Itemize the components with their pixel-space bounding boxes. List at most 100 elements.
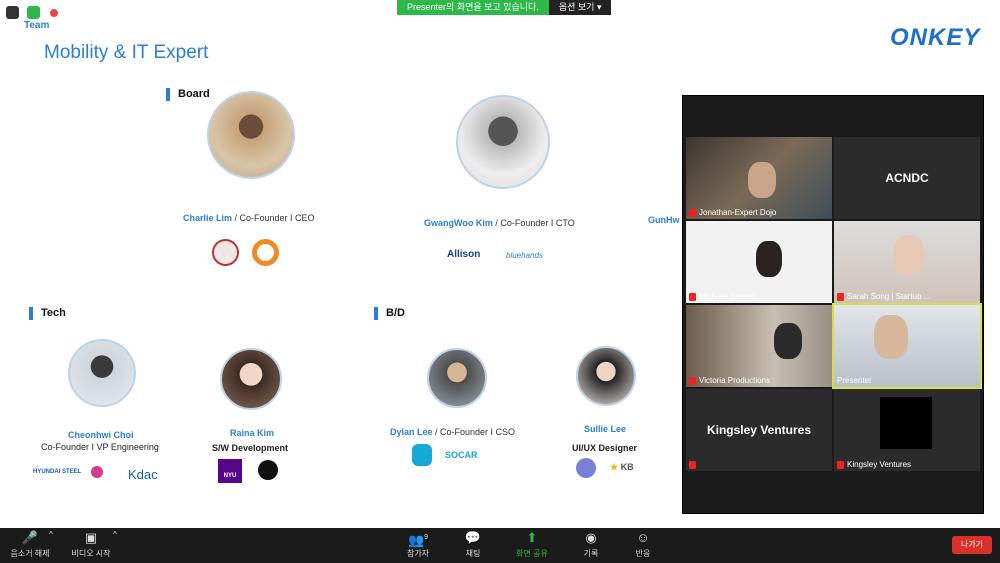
tile-name-label: Victoria Productions bbox=[699, 376, 770, 385]
mask-logo bbox=[258, 460, 278, 480]
slide-title: Mobility & IT Expert bbox=[44, 42, 209, 63]
muted-mic-icon bbox=[689, 292, 696, 301]
participants-icon: 👥9 bbox=[407, 532, 429, 548]
photo-gwangwoo-kim bbox=[456, 95, 550, 189]
university-seal-logo bbox=[212, 239, 239, 266]
person-role: / Co-Founder I CEO bbox=[232, 213, 315, 223]
onkey-logo: ONKEY bbox=[890, 24, 981, 51]
kb-logo: ★ KB bbox=[610, 462, 634, 472]
participants-button[interactable]: 👥9 참가자 bbox=[402, 530, 434, 559]
record-label: 기록 bbox=[583, 549, 599, 558]
video-tile[interactable]: Victoria Productions bbox=[686, 305, 832, 387]
person-role: Co-Founder I VP Engineering bbox=[41, 442, 159, 452]
hyundai-steel-logo: HYUNDAI STEEL bbox=[33, 469, 82, 475]
participant-face bbox=[894, 235, 924, 275]
unmute-label: 음소거 해제 bbox=[10, 549, 50, 558]
tile-name-label: Kingsley Ventures bbox=[847, 460, 912, 469]
participants-label: 참가자 bbox=[406, 549, 430, 558]
socar-d-logo bbox=[412, 444, 432, 466]
tile-name: Michelle Irawan bbox=[689, 292, 755, 301]
person-raina-kim: Raina Kim bbox=[230, 428, 274, 438]
team-label: Team bbox=[24, 20, 50, 31]
video-tile[interactable]: Jonathan-Expert Dojo bbox=[686, 137, 832, 219]
kdac-logo: Kdac bbox=[128, 467, 158, 482]
info-icon[interactable] bbox=[6, 6, 19, 19]
section-tech: Tech bbox=[29, 307, 66, 320]
tile-name-label: Presenter bbox=[837, 376, 872, 385]
photo-raina-kim bbox=[220, 348, 282, 410]
muted-mic-icon bbox=[837, 460, 844, 469]
share-screen-button[interactable]: ⬆ 화면 공유 bbox=[512, 530, 552, 559]
video-tile[interactable]: Kingsley Ventures bbox=[834, 389, 980, 471]
socar-logo: SOCAR bbox=[445, 450, 478, 460]
tile-name-large: ACNDC bbox=[885, 171, 929, 185]
allison-logo: Allison bbox=[447, 249, 481, 260]
tile-name-large: Kingsley Ventures bbox=[706, 423, 812, 437]
participant-face bbox=[874, 315, 908, 359]
flower-logo bbox=[576, 458, 596, 478]
recording-indicator-icon bbox=[50, 9, 58, 17]
section-bd: B/D bbox=[374, 307, 405, 320]
person-dylan-lee: Dylan Lee / Co-Founder I CSO bbox=[390, 427, 515, 437]
video-options-caret-icon[interactable]: ^ bbox=[110, 530, 120, 539]
person-name: GunHw bbox=[648, 215, 680, 225]
participants-count: 9 bbox=[424, 534, 429, 541]
person-cheonhwi-choi: Cheonhwi Choi bbox=[68, 430, 134, 440]
participant-face bbox=[756, 241, 782, 277]
person-role: / Co-Founder I CTO bbox=[492, 218, 575, 228]
chat-icon: 💬 bbox=[464, 530, 482, 545]
person-gwangwoo-kim: GwangWoo Kim / Co-Founder I CTO bbox=[424, 218, 575, 228]
person-name: Dylan Lee bbox=[390, 427, 433, 437]
reactions-button[interactable]: ☺ 반응 bbox=[630, 530, 656, 559]
tile-name-label: Michelle Irawan bbox=[699, 292, 755, 301]
shared-screen: Presenter의 화면을 보고 있습니다. 옵션 보기 ▾ Team Mob… bbox=[0, 0, 1000, 528]
tile-name-label: Jonathan-Expert Dojo bbox=[699, 208, 777, 217]
pink-circle-logo bbox=[91, 466, 103, 478]
reactions-icon: ☺ bbox=[636, 530, 650, 545]
tile-name: Presenter bbox=[837, 376, 872, 385]
person-role: S/W Development bbox=[212, 443, 289, 453]
nyu-logo: NYU bbox=[218, 459, 242, 483]
tile-name: Jonathan-Expert Dojo bbox=[689, 208, 776, 217]
video-tile[interactable]: Sarah Song | Startup ... bbox=[834, 221, 980, 303]
video-off-icon: ▣ bbox=[84, 530, 98, 545]
kb-label: KB bbox=[620, 462, 634, 472]
person-sullie-lee: Sullie Lee bbox=[584, 424, 626, 434]
chat-label: 채팅 bbox=[465, 549, 481, 558]
section-board: Board bbox=[166, 88, 210, 101]
share-screen-label: 화면 공유 bbox=[516, 549, 548, 558]
view-options-button[interactable]: 옵션 보기 ▾ bbox=[548, 0, 612, 15]
video-off-block bbox=[880, 397, 932, 449]
photo-dylan-lee bbox=[427, 348, 487, 408]
participant-face bbox=[774, 323, 802, 359]
chat-button[interactable]: 💬 채팅 bbox=[460, 530, 486, 559]
person-name: GwangWoo Kim bbox=[424, 218, 493, 228]
tile-name: Sarah Song | Startup ... bbox=[837, 292, 930, 301]
leave-button[interactable]: 나가기 bbox=[952, 536, 992, 554]
muted-mic-icon bbox=[689, 461, 696, 469]
orange-q-logo bbox=[252, 239, 279, 266]
person-name: Raina Kim bbox=[230, 428, 275, 438]
tile-name-label: Sarah Song | Startup ... bbox=[847, 292, 931, 301]
participant-face bbox=[748, 162, 776, 198]
person-charlie-lim: Charlie Lim / Co-Founder I CEO bbox=[183, 213, 315, 223]
security-shield-icon[interactable] bbox=[27, 6, 40, 19]
photo-cheonhwi-choi bbox=[68, 339, 136, 407]
record-button[interactable]: ◉ 기록 bbox=[578, 530, 604, 559]
video-tile[interactable]: Kingsley Ventures bbox=[686, 389, 832, 471]
meeting-toolbar: 🎤 음소거 해제 ^ ▣ 비디오 시작 ^ 👥9 참가자 💬 채팅 ⬆ 화면 공… bbox=[0, 528, 1000, 563]
tile-name: Victoria Productions bbox=[689, 376, 770, 385]
video-tile[interactable]: ACNDC bbox=[834, 137, 980, 219]
tile-name: Kingsley Ventures bbox=[837, 460, 911, 469]
video-gallery[interactable]: Jonathan-Expert Dojo ACNDC Michelle Iraw… bbox=[682, 95, 984, 514]
photo-charlie-lim bbox=[207, 91, 295, 179]
person-gunhw: GunHw bbox=[648, 215, 680, 225]
muted-mic-icon bbox=[689, 208, 696, 217]
photo-sullie-lee bbox=[576, 346, 636, 406]
video-tile[interactable]: Michelle Irawan bbox=[686, 221, 832, 303]
video-tile-active-speaker[interactable]: Presenter bbox=[832, 303, 982, 389]
start-video-button[interactable]: ▣ 비디오 시작 bbox=[68, 530, 114, 559]
reactions-label: 반응 bbox=[635, 549, 651, 558]
audio-options-caret-icon[interactable]: ^ bbox=[46, 530, 56, 539]
person-role: UI/UX Designer bbox=[572, 443, 638, 453]
